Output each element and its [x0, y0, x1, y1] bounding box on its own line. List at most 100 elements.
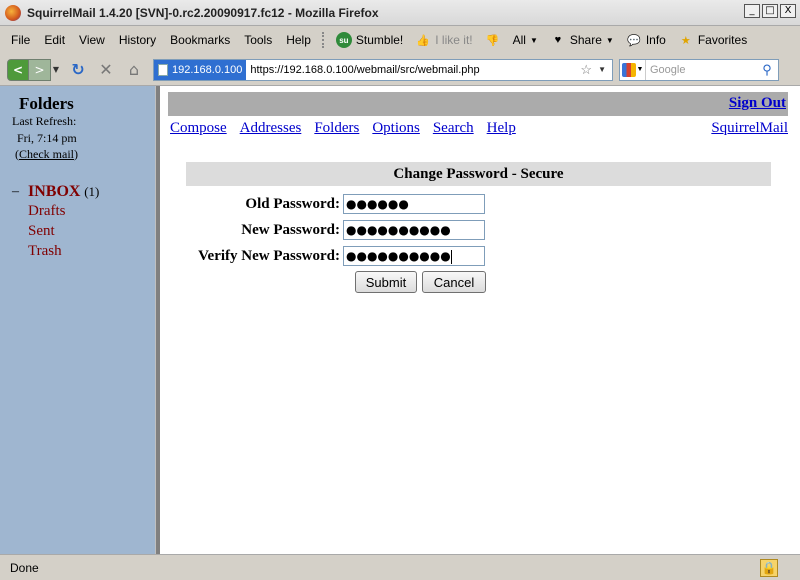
stop-button[interactable]: ✕: [95, 59, 117, 81]
share-label: Share: [569, 33, 602, 47]
nav-compose[interactable]: Compose: [170, 120, 227, 137]
folder-inbox-count: (1): [84, 184, 100, 199]
status-bar: Done 🔒: [0, 554, 800, 580]
search-input[interactable]: Google: [646, 64, 760, 76]
dislike-button[interactable]: 👎: [479, 32, 507, 48]
nav-options[interactable]: Options: [372, 120, 420, 137]
page-content: Folders Last Refresh: Fri, 7:14 pm (Chec…: [0, 86, 800, 554]
change-password-header: Change Password - Secure: [186, 162, 771, 186]
verify-password-field[interactable]: ●●●●●●●●●●: [343, 246, 485, 266]
collapse-toggle[interactable]: –: [12, 184, 19, 200]
last-refresh-time: Fri, 7:14 pm: [17, 131, 77, 145]
chevron-down-icon: ▼: [605, 35, 614, 45]
back-arrow-icon: <: [12, 62, 24, 77]
menu-bar: File Edit View History Bookmarks Tools H…: [0, 27, 800, 53]
status-text: Done: [10, 560, 39, 575]
check-mail-link[interactable]: Check mail: [19, 147, 74, 161]
history-dropdown-button[interactable]: ▼: [51, 59, 61, 81]
nav-help[interactable]: Help: [487, 120, 516, 137]
verify-password-label: Verify New Password:: [198, 247, 340, 264]
window-title: SquirrelMail 1.4.20 [SVN]-0.rc2.20090917…: [27, 5, 379, 20]
folder-trash[interactable]: Trash: [28, 243, 62, 260]
home-button[interactable]: ⌂: [123, 59, 145, 81]
menu-help[interactable]: Help: [279, 33, 318, 47]
folder-sent[interactable]: Sent: [28, 223, 55, 240]
thumbs-down-icon: 👎: [485, 34, 500, 47]
nav-search[interactable]: Search: [433, 120, 474, 137]
url-input[interactable]: https://192.168.0.100/webmail/src/webmai…: [246, 64, 580, 76]
old-password-field[interactable]: ●●●●●●: [343, 194, 485, 214]
url-dropdown-icon[interactable]: ▼: [598, 65, 606, 74]
url-bar[interactable]: 192.168.0.100 https://192.168.0.100/webm…: [153, 58, 613, 81]
new-password-label: New Password:: [241, 221, 340, 238]
share-dropdown[interactable]: ♥ Share ▼: [544, 32, 620, 48]
menu-tools[interactable]: Tools: [237, 33, 279, 47]
submit-button[interactable]: Submit: [355, 271, 417, 293]
stumble-button[interactable]: su Stumble!: [330, 32, 409, 48]
reload-icon: ↻: [71, 60, 85, 79]
text-caret: [450, 249, 452, 264]
search-bar[interactable]: ▼ Google ⚲: [619, 58, 779, 81]
folder-drafts[interactable]: Drafts: [28, 203, 66, 220]
search-engine-button[interactable]: ▼: [620, 59, 646, 80]
verify-password-row: Verify New Password: ●●●●●●●●●●: [163, 245, 485, 267]
menu-file[interactable]: File: [0, 33, 37, 47]
menu-history[interactable]: History: [112, 33, 163, 47]
toolbar-grip: [321, 32, 326, 48]
folders-title: Folders: [19, 94, 74, 113]
site-identity-button[interactable]: 192.168.0.100: [154, 59, 247, 80]
cancel-button[interactable]: Cancel: [422, 271, 486, 293]
minimize-button[interactable]: _: [744, 4, 760, 18]
like-button[interactable]: 👍 I like it!: [409, 32, 478, 48]
heart-check-icon: ♥: [554, 34, 562, 46]
bookmark-star-icon[interactable]: ☆: [580, 62, 592, 78]
chevron-down-icon: ▼: [636, 66, 644, 73]
menu-bookmarks[interactable]: Bookmarks: [163, 33, 237, 47]
verify-password-value: ●●●●●●●●●●: [346, 249, 451, 263]
check-mail-wrapper: (Check mail): [15, 147, 78, 161]
navigation-bar: < > ▼ ↻ ✕ ⌂ 192.168.0.100 https://192.16…: [0, 54, 800, 86]
forward-arrow-icon: >: [34, 62, 45, 77]
all-label: All: [512, 33, 526, 47]
back-button[interactable]: <: [7, 58, 29, 81]
nav-addresses[interactable]: Addresses: [240, 120, 302, 137]
speech-bubble-icon: 💬: [626, 34, 641, 47]
reload-button[interactable]: ↻: [67, 59, 89, 81]
firefox-icon: [5, 4, 21, 21]
info-button[interactable]: 💬 Info: [620, 32, 672, 48]
sign-out-link[interactable]: Sign Out: [729, 95, 786, 112]
folder-inbox[interactable]: INBOX (1): [28, 183, 99, 201]
thumbs-up-icon: 👍: [416, 34, 431, 47]
maximize-button[interactable]: □: [762, 4, 778, 18]
all-dropdown[interactable]: All ▼: [507, 33, 544, 47]
menu-view[interactable]: View: [72, 33, 112, 47]
info-label: Info: [645, 33, 666, 47]
chevron-down-icon: ▼: [529, 35, 538, 45]
home-icon: ⌂: [128, 60, 140, 79]
folder-inbox-label: INBOX: [28, 183, 81, 200]
stumble-label: Stumble!: [355, 33, 404, 47]
page-icon: [158, 63, 168, 76]
google-icon: [621, 62, 636, 77]
window-controls: _ □ X: [744, 4, 796, 18]
stop-icon: ✕: [99, 60, 113, 79]
forward-button[interactable]: >: [29, 58, 51, 81]
old-password-row: Old Password: ●●●●●●: [163, 193, 485, 215]
site-identity-label: 192.168.0.100: [172, 63, 243, 76]
chevron-down-icon: ▼: [52, 65, 60, 74]
favorites-button[interactable]: ★ Favorites: [672, 32, 753, 48]
new-password-field[interactable]: ●●●●●●●●●●: [343, 220, 485, 240]
close-button[interactable]: X: [780, 4, 796, 18]
main-nav: Compose Addresses Folders Options Search…: [170, 120, 516, 137]
last-refresh-label: Last Refresh:: [12, 114, 77, 128]
squirrelmail-link[interactable]: SquirrelMail: [711, 120, 788, 137]
search-icon[interactable]: ⚲: [760, 62, 774, 77]
stumbleupon-icon: su: [335, 32, 352, 48]
new-password-row: New Password: ●●●●●●●●●●: [163, 219, 485, 241]
folder-pane: Folders Last Refresh: Fri, 7:14 pm (Chec…: [0, 86, 155, 554]
old-password-label: Old Password:: [245, 195, 340, 212]
lock-icon[interactable]: 🔒: [760, 558, 778, 577]
menu-edit[interactable]: Edit: [37, 33, 72, 47]
like-label: I like it!: [435, 33, 473, 47]
nav-folders[interactable]: Folders: [314, 120, 359, 137]
